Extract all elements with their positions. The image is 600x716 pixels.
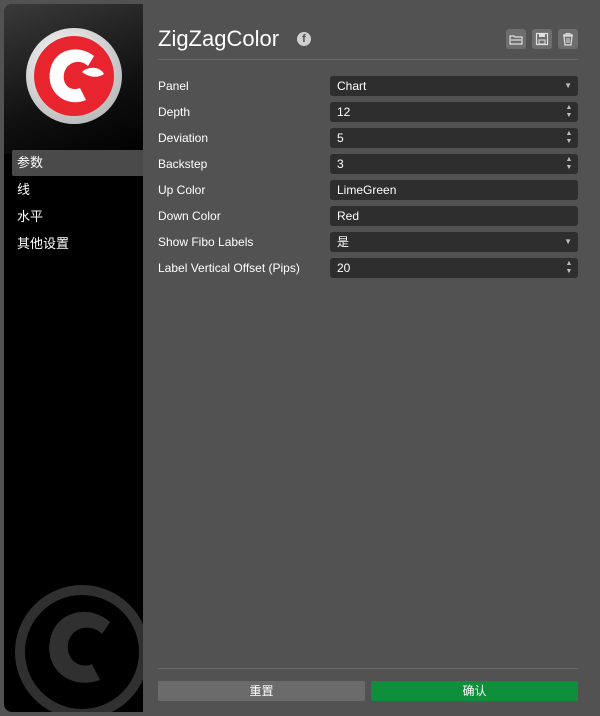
app-logo-icon	[26, 28, 122, 124]
up-color-input[interactable]: LimeGreen	[330, 180, 578, 200]
show-fibo-labels-label: Show Fibo Labels	[158, 235, 254, 249]
form-row-backstep: Backstep 3 ▲ ▼	[158, 152, 578, 178]
delete-icon	[563, 33, 573, 46]
form-row-label-offset: Label Vertical Offset (Pips) 20 ▲ ▼	[158, 256, 578, 282]
sidebar-item-other-settings[interactable]: 其他设置	[4, 231, 143, 257]
label-offset-stepper[interactable]: 20 ▲ ▼	[330, 258, 578, 278]
up-color-label: Up Color	[158, 183, 206, 197]
confirm-button[interactable]: 确认	[371, 681, 578, 701]
page-title: ZigZagColor	[158, 26, 280, 51]
down-color-label: Down Color	[158, 209, 221, 223]
sidebar-item-levels[interactable]: 水平	[4, 204, 143, 230]
depth-value: 12	[337, 105, 351, 119]
sidebar-item-params[interactable]: 参数	[12, 150, 143, 176]
backstep-value: 3	[337, 157, 344, 171]
form-row-show-fibo-labels: Show Fibo Labels 是 ▼	[158, 230, 578, 256]
down-color-input[interactable]: Red	[330, 206, 578, 226]
load-icon	[509, 35, 523, 45]
dialog-window: 参数 线 水平 其他设置 ZigZagColor f Panel Chart ▼…	[0, 0, 600, 716]
label-offset-label: Label Vertical Offset (Pips)	[158, 261, 300, 275]
sidebar-header	[4, 4, 143, 154]
spinner-arrows-icon[interactable]: ▲ ▼	[565, 156, 573, 172]
save-icon	[535, 32, 549, 46]
deviation-label: Deviation	[158, 131, 209, 145]
depth-label: Depth	[158, 105, 191, 119]
up-color-value: LimeGreen	[337, 183, 397, 197]
form-row-panel: Panel Chart ▼	[158, 74, 578, 100]
sidebar-nav: 参数 线 水平 其他设置	[4, 150, 143, 258]
chevron-down-icon: ▼	[564, 237, 572, 246]
show-fibo-labels-select[interactable]: 是 ▼	[330, 232, 578, 252]
backstep-stepper[interactable]: 3 ▲ ▼	[330, 154, 578, 174]
load-button[interactable]	[506, 29, 526, 49]
label-offset-value: 20	[337, 261, 351, 275]
deviation-stepper[interactable]: 5 ▲ ▼	[330, 128, 578, 148]
panel-value: Chart	[337, 79, 367, 93]
spinner-arrows-icon[interactable]: ▲ ▼	[565, 130, 573, 146]
reset-button[interactable]: 重置	[158, 681, 365, 701]
header: ZigZagColor f	[158, 22, 578, 60]
depth-stepper[interactable]: 12 ▲ ▼	[330, 102, 578, 122]
chevron-down-icon: ▼	[564, 81, 572, 90]
deviation-value: 5	[337, 131, 344, 145]
form-row-up-color: Up Color LimeGreen	[158, 178, 578, 204]
form-row-depth: Depth 12 ▲ ▼	[158, 100, 578, 126]
panel-select[interactable]: Chart ▼	[330, 76, 578, 96]
down-color-value: Red	[337, 209, 360, 223]
form-row-down-color: Down Color Red	[158, 204, 578, 230]
facebook-icon[interactable]: f	[297, 32, 311, 46]
settings-form: Panel Chart ▼ Depth 12 ▲ ▼ Deviation 5 ▲ ▼…	[158, 74, 578, 282]
save-button[interactable]	[532, 29, 552, 49]
footer-divider	[158, 668, 578, 669]
backstep-label: Backstep	[158, 157, 208, 171]
form-row-deviation: Deviation 5 ▲ ▼	[158, 126, 578, 152]
spinner-arrows-icon[interactable]: ▲ ▼	[565, 104, 573, 120]
show-fibo-labels-value: 是	[337, 235, 350, 249]
sidebar-item-lines[interactable]: 线	[4, 177, 143, 203]
panel-label: Panel	[158, 79, 189, 93]
sidebar: 参数 线 水平 其他设置	[4, 4, 143, 712]
watermark-logo-icon	[15, 585, 143, 712]
delete-button[interactable]	[558, 29, 578, 49]
spinner-arrows-icon[interactable]: ▲ ▼	[565, 260, 573, 276]
